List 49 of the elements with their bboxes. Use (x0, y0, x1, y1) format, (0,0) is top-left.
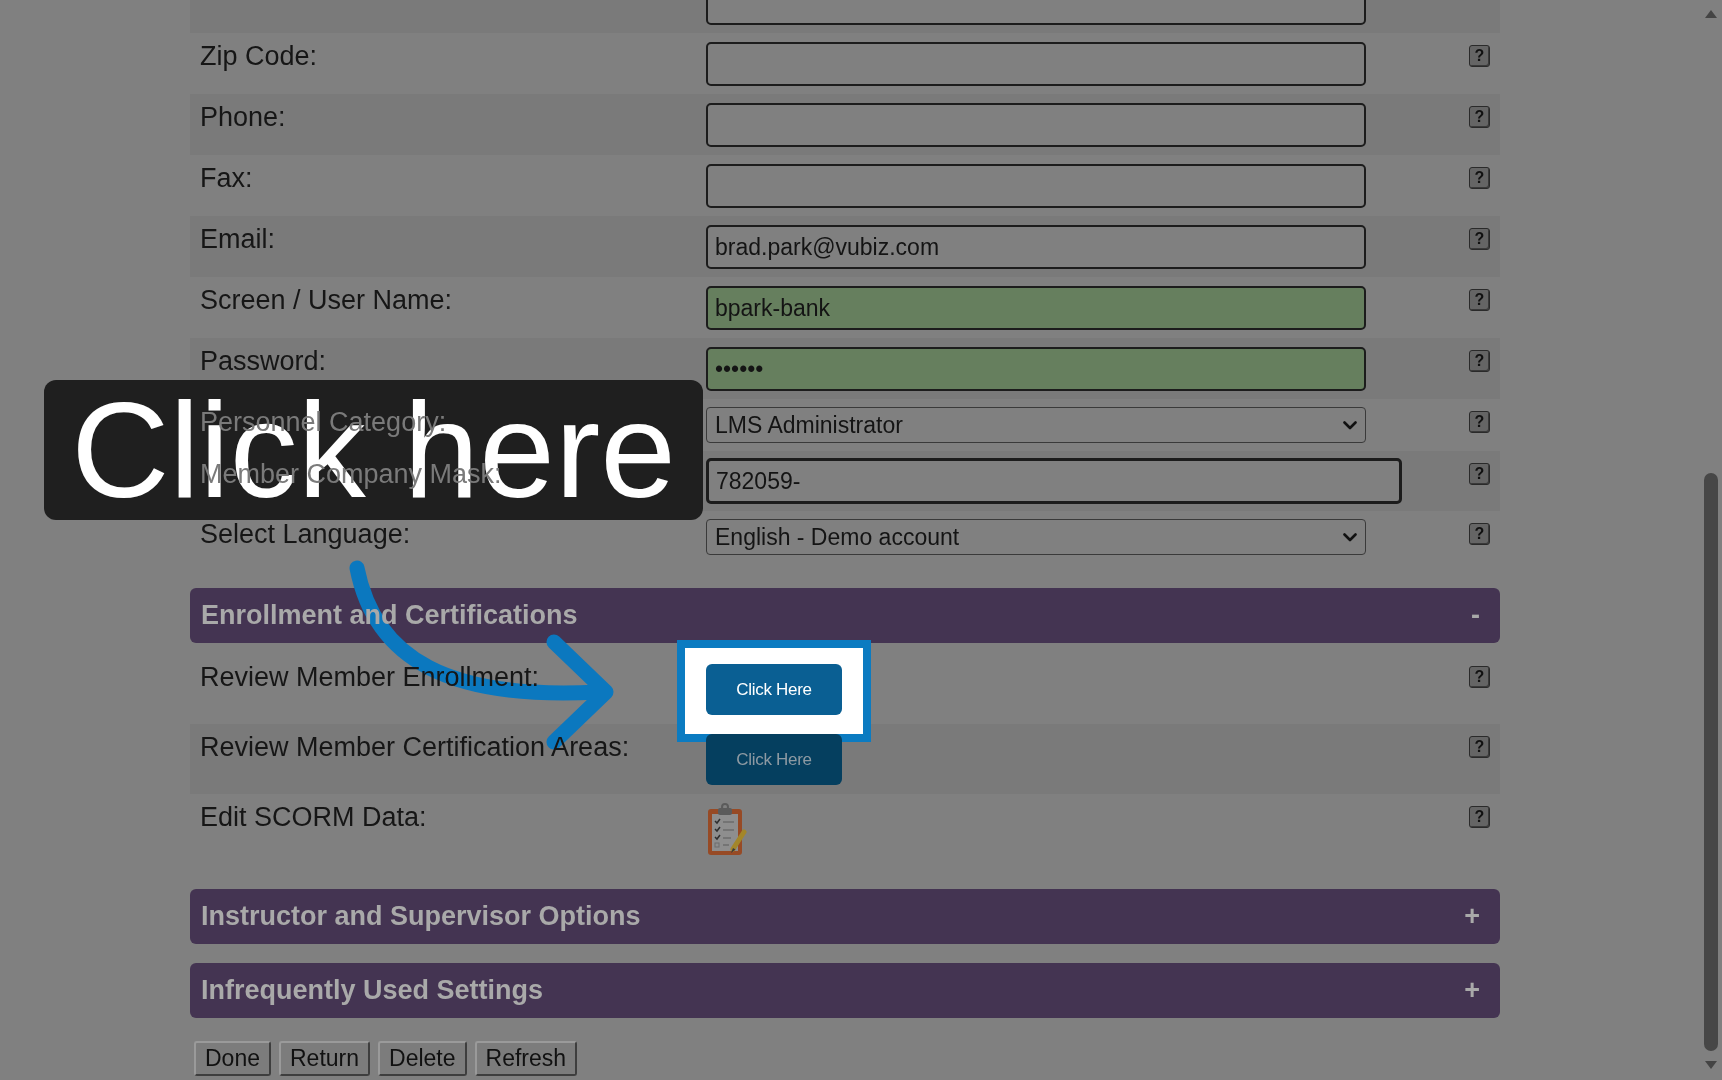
help-button[interactable]: ? (1469, 411, 1490, 433)
section-title: Infrequently Used Settings (201, 974, 544, 1008)
clipboard-icon[interactable] (706, 803, 748, 857)
field-label: Password: (200, 346, 327, 377)
select-field[interactable]: LMS Administrator (706, 407, 1366, 443)
section-title: Instructor and Supervisor Options (201, 900, 641, 934)
form-button[interactable]: Done (194, 1041, 271, 1076)
action-button[interactable]: Click Here (706, 664, 842, 715)
input-field[interactable]: 782059- (706, 458, 1402, 504)
field-label: Zip Code: (200, 41, 318, 72)
action-button[interactable]: Click Here (706, 734, 842, 785)
field-label: Edit SCORM Data: (200, 802, 427, 833)
help-button[interactable]: ? (1469, 523, 1490, 545)
expand-toggle[interactable]: + (1464, 970, 1480, 1011)
input-field[interactable]: bpark-bank (706, 286, 1366, 330)
input-field[interactable] (706, 164, 1366, 208)
input-field[interactable]: •••••• (706, 347, 1366, 391)
expand-toggle[interactable]: + (1464, 896, 1480, 937)
help-button[interactable]: ? (1469, 228, 1490, 250)
help-button[interactable]: ? (1469, 736, 1490, 758)
input-field[interactable]: brad.park@vubiz.com (706, 225, 1366, 269)
help-button[interactable]: ? (1469, 167, 1490, 189)
help-button[interactable]: ? (1469, 463, 1490, 485)
field-label: Phone: (200, 102, 286, 133)
field-label: Review Member Certification Areas: (200, 732, 630, 763)
field-label: Email: (200, 224, 275, 255)
caret-icon (1343, 420, 1357, 430)
form-button[interactable]: Return (279, 1041, 371, 1076)
form-button[interactable]: Delete (378, 1041, 467, 1076)
input-field[interactable] (706, 42, 1366, 86)
field-label: Select Language: (200, 519, 411, 550)
scrollbar-thumb[interactable] (1704, 473, 1718, 1051)
help-button[interactable]: ? (1469, 350, 1490, 372)
input-field[interactable] (706, 103, 1366, 147)
field-label: Fax: (200, 163, 253, 194)
caret-icon (1343, 532, 1357, 542)
help-button[interactable]: ? (1469, 666, 1490, 688)
section-header[interactable]: Infrequently Used Settings + (190, 963, 1500, 1018)
select-field[interactable]: English - Demo account (706, 519, 1366, 555)
form-button[interactable]: Refresh (474, 1041, 578, 1076)
scroll-up-icon[interactable] (1705, 10, 1717, 18)
field-label: Screen / User Name: (200, 285, 453, 316)
help-button[interactable]: ? (1469, 806, 1490, 828)
help-button[interactable]: ? (1469, 106, 1490, 128)
help-button[interactable]: ? (1469, 289, 1490, 311)
expand-toggle[interactable]: - (1471, 595, 1480, 636)
help-button[interactable]: ? (1469, 45, 1490, 67)
section-header[interactable]: Instructor and Supervisor Options + (190, 889, 1500, 944)
scroll-down-icon[interactable] (1705, 1061, 1717, 1069)
